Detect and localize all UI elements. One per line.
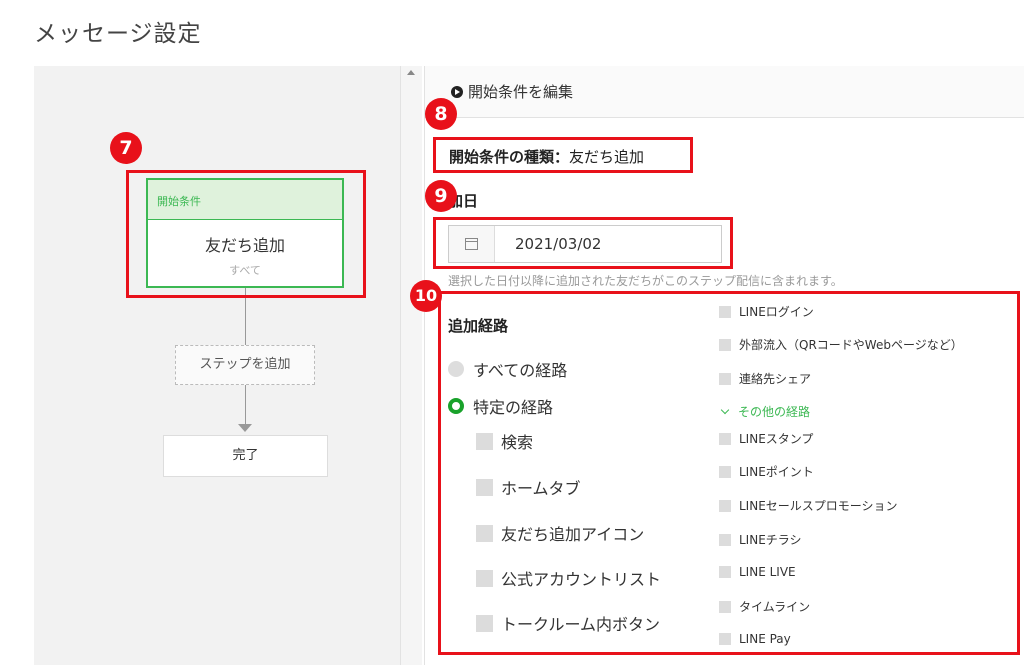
annotation-marker-8: 8	[425, 98, 457, 130]
annotation-marker-7: 7	[110, 132, 142, 164]
annotation-marker-10: 10	[410, 280, 442, 312]
annotation-box-9	[433, 217, 733, 269]
arrow-down-icon	[238, 424, 252, 432]
annotation-box-7	[126, 170, 366, 298]
play-circle-icon	[451, 85, 463, 98]
flow-done-node[interactable]: 完了	[163, 435, 328, 477]
date-note: 選択した日付以降に追加された友だちがこのステップ配信に含まれます。	[448, 274, 843, 288]
settings-header-label: 開始条件を編集	[468, 83, 574, 101]
add-step-button[interactable]: ステップを追加	[175, 345, 315, 385]
settings-header[interactable]: 開始条件を編集	[425, 66, 1024, 118]
annotation-box-10	[438, 291, 1020, 655]
flow-connector	[245, 385, 246, 428]
annotation-marker-9: 9	[425, 180, 457, 212]
scroll-up-icon[interactable]	[407, 70, 415, 75]
page-title: メッセージ設定	[34, 21, 202, 47]
flow-panel: 開始条件 友だち追加 すべて ステップを追加 完了	[34, 66, 400, 665]
annotation-box-8	[433, 137, 693, 173]
scrollbar[interactable]	[400, 66, 422, 665]
